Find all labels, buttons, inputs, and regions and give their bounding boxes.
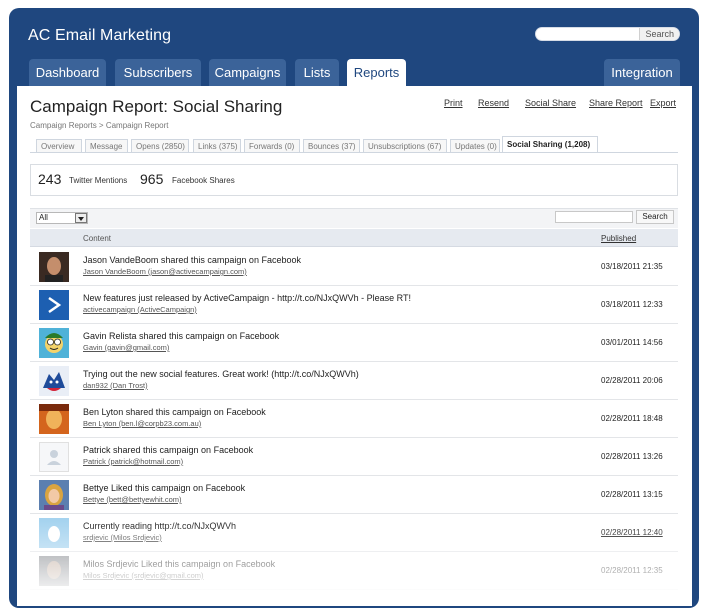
page-title: Campaign Report: Social Sharing [30,97,283,116]
subtab-updates[interactable]: Updates (0) [450,139,500,152]
row-user-link[interactable]: activecampaign (ActiveCampaign) [83,305,197,314]
row-date: 02/28/2011 18:48 [601,414,663,423]
row-title: Currently reading http://t.co/NJxQWVh [83,521,237,531]
column-header-content: Content [83,234,112,243]
row-user-link[interactable]: srdjevic (Milos Srdjevic) [83,533,162,542]
table-row: Jason VandeBoom shared this campaign on … [30,248,678,286]
twitter-label: Twitter Mentions [69,176,128,185]
row-date: 02/28/2011 12:40 [601,528,663,537]
facebook-count: 965 [140,171,164,187]
row-title: Bettye Liked this campaign on Facebook [83,483,246,493]
social-share-link[interactable]: Social Share [525,98,576,108]
row-user-link[interactable]: Jason VandeBoom (jason@activecampaign.co… [83,267,247,276]
row-date: 03/18/2011 21:35 [601,262,663,271]
subtab-divider [30,152,678,153]
subtab-opens[interactable]: Opens (2850) [131,139,189,152]
row-user-link[interactable]: Milos Srdjevic (srdjevic@gmail.com) [83,571,204,580]
top-search-input[interactable]: Search [535,27,680,41]
row-title: New features just released by ActiveCamp… [83,293,411,303]
table-row: Currently reading http://t.co/NJxQWVh sr… [30,514,678,552]
subtab-forwards[interactable]: Forwards (0) [244,139,300,152]
table-row: New features just released by ActiveCamp… [30,286,678,324]
table-row: Patrick shared this campaign on Facebook… [30,438,678,476]
search-input[interactable] [555,211,633,223]
row-user-link[interactable]: Gavin (gavin@gmail.com) [83,343,169,352]
subtab-message[interactable]: Message [85,139,128,152]
row-date: 02/28/2011 13:15 [601,490,663,499]
tab-integration[interactable]: Integration [604,59,680,86]
row-date: 02/28/2011 20:06 [601,376,663,385]
row-title: Gavin Relista shared this campaign on Fa… [83,331,280,341]
breadcrumb[interactable]: Campaign Reports > Campaign Report [30,121,169,130]
tab-campaigns[interactable]: Campaigns [209,59,286,86]
activecampaign-logo-icon [39,290,69,320]
app-title: AC Email Marketing [28,27,172,44]
mascot-avatar-icon [39,366,69,396]
resend-link[interactable]: Resend [478,98,509,108]
subtab-links[interactable]: Links (375) [193,139,241,152]
tab-reports[interactable]: Reports [347,59,406,86]
woman-photo-icon [39,480,69,510]
row-user-link[interactable]: Ben Lyton (ben.l@corpb23.com.au) [83,419,201,428]
top-search-button[interactable]: Search [639,28,679,40]
subtab-social-sharing[interactable]: Social Sharing (1,208) [502,136,598,153]
table-row: Gavin Relista shared this campaign on Fa… [30,324,678,362]
man-photo-icon [39,252,69,282]
cartoon-avatar-icon [39,328,69,358]
man-photo-icon [39,556,69,586]
table-row: Milos Srdjevic Liked this campaign on Fa… [30,552,678,590]
row-title: Ben Lyton shared this campaign on Facebo… [83,407,266,417]
chevron-down-icon[interactable] [75,213,87,223]
row-date: 02/28/2011 13:26 [601,452,663,461]
row-title: Patrick shared this campaign on Facebook [83,445,254,455]
column-header-published[interactable]: Published [601,234,636,243]
default-user-icon [39,442,69,472]
row-title: Jason VandeBoom shared this campaign on … [83,255,301,265]
subtab-bounces[interactable]: Bounces (37) [303,139,360,152]
row-date: 02/28/2011 12:35 [601,566,663,575]
subtab-overview[interactable]: Overview [36,139,82,152]
tab-lists[interactable]: Lists [295,59,339,86]
row-user-link[interactable]: dan932 (Dan Trost) [83,381,148,390]
twitter-count: 243 [38,171,62,187]
tab-dashboard[interactable]: Dashboard [29,59,106,86]
search-button[interactable]: Search [636,210,674,224]
tab-subscribers[interactable]: Subscribers [115,59,201,86]
table-row: Trying out the new social features. Grea… [30,362,678,400]
row-date: 03/01/2011 14:56 [601,338,663,347]
man-photo-icon [39,404,69,434]
subtab-unsubscriptions[interactable]: Unsubscriptions (67) [363,139,447,152]
row-title: Milos Srdjevic Liked this campaign on Fa… [83,559,276,569]
table-header [30,229,678,247]
row-user-link[interactable]: Patrick (patrick@hotmail.com) [83,457,183,466]
egg-avatar-icon [39,518,69,548]
row-user-link[interactable]: Bettye (bett@bettyewhit.com) [83,495,182,504]
facebook-label: Facebook Shares [172,176,235,185]
row-date: 03/18/2011 12:33 [601,300,663,309]
share-report-link[interactable]: Share Report [589,98,643,108]
export-link[interactable]: Export [650,98,676,108]
table-row: Bettye Liked this campaign on Facebook B… [30,476,678,514]
row-title: Trying out the new social features. Grea… [83,369,359,379]
table-row: Ben Lyton shared this campaign on Facebo… [30,400,678,438]
print-link[interactable]: Print [444,98,463,108]
